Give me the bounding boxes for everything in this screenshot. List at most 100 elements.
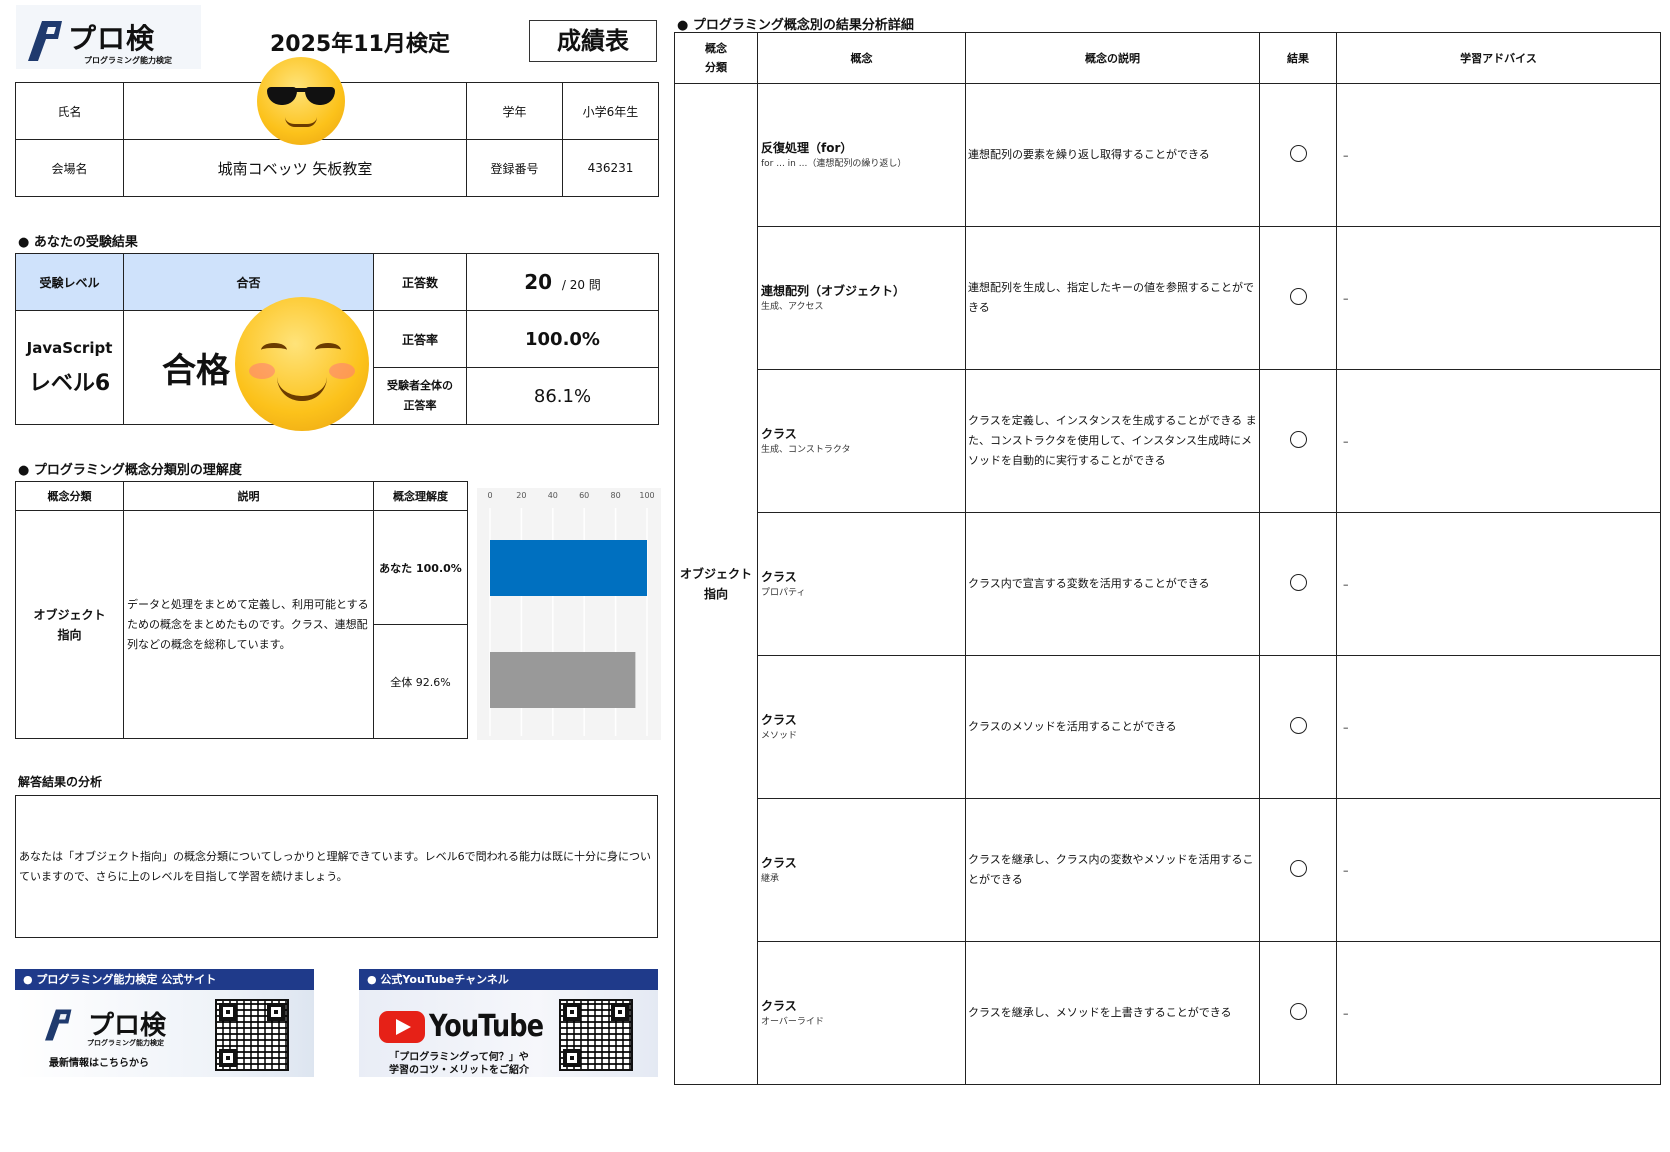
level-language: JavaScript	[26, 338, 113, 357]
yt-qr-code-icon	[559, 999, 633, 1071]
advice-cell: –	[1336, 941, 1661, 1085]
correct-circle-icon	[1289, 288, 1307, 305]
logo-subtext: プログラミング能力検定	[84, 56, 172, 65]
chart-tick-label: 20	[516, 491, 526, 500]
rate-value: 100.0%	[466, 310, 659, 368]
detail-category-cell: オブジェクト 指向	[674, 83, 758, 1085]
logo-mark-icon	[28, 21, 62, 61]
concept-description: クラスを定義し、インスタンスを生成することができる また、コンストラクタを使用し…	[965, 369, 1260, 513]
detail-col-result: 結果	[1259, 32, 1337, 84]
site-logo-mark-icon	[45, 1009, 72, 1041]
chart-tick-label: 80	[611, 491, 621, 500]
site-banner-title: ● プログラミング能力検定 公式サイト	[15, 969, 314, 990]
site-logo-subtext: プログラミング能力検定	[87, 1039, 164, 1047]
detail-row: クラス プロパティ クラス内で宣言する変数を活用することができる –	[675, 512, 1661, 656]
smiling-emoji-icon	[235, 297, 369, 431]
level-cell: JavaScript レベル6	[15, 310, 124, 425]
advice-cell: –	[1336, 83, 1661, 227]
chart-bar-all	[490, 652, 636, 708]
concept-cell: クラス プロパティ	[757, 512, 966, 656]
concept-description: 連想配列を生成し、指定したキーの値を参照することができる	[965, 226, 1260, 370]
site-logo-text: プロ検	[88, 1011, 167, 1041]
official-site-banner[interactable]: ● プログラミング能力検定 公式サイト プロ検 プログラミング能力検定 最新情報…	[15, 969, 314, 1077]
rate-label: 正答率	[373, 310, 467, 368]
correct-cell: 20 / 20 問	[466, 253, 659, 311]
concept-cell: クラス 継承	[757, 798, 966, 942]
detail-section-title: ● プログラミング概念別の結果分析詳細	[677, 18, 914, 33]
overall-value: 86.1%	[466, 367, 659, 425]
concept-sub: 継承	[761, 874, 780, 884]
result-cell	[1259, 83, 1337, 227]
level-number: レベル6	[28, 370, 111, 396]
result-cell	[1259, 226, 1337, 370]
concept-name: 連想配列（オブジェクト）	[761, 284, 906, 298]
yt-caption-line2: 学習のコツ・メリットをご紹介	[389, 1065, 529, 1076]
site-qr-code-icon	[215, 999, 289, 1071]
concept-name: クラス	[761, 999, 797, 1013]
understanding-table: 概念分類 説明 概念理解度 オブジェクト 指向 データと処理をまとめて定義し、利…	[15, 481, 468, 739]
advice-cell: –	[1336, 226, 1661, 370]
chart-tick-label: 0	[487, 491, 492, 500]
correct-circle-icon	[1289, 145, 1307, 162]
detail-col-category-line2: 分類	[705, 61, 727, 74]
name-label: 氏名	[15, 82, 124, 140]
col-desc-header: 説明	[123, 481, 374, 511]
detail-row: クラス メソッド クラスのメソッドを活用することができる –	[675, 655, 1661, 799]
concept-sub: オーバーライド	[761, 1017, 824, 1027]
venue-value: 城南コベッツ 矢板教室	[123, 139, 467, 197]
pass-value: 合格	[162, 351, 230, 391]
exam-title: 2025年11月検定	[270, 32, 450, 57]
correct-total: / 20 問	[561, 278, 601, 292]
concept-cell: クラス 生成、コンストラクタ	[757, 369, 966, 513]
detail-col-desc: 概念の説明	[965, 32, 1260, 84]
advice-cell: –	[1336, 369, 1661, 513]
detail-row: オブジェクト 指向 反復処理（for） for ... in ...（連想配列の繰り返…	[674, 83, 1661, 1085]
category-line1: オブジェクト	[33, 607, 106, 622]
correct-value: 20	[524, 270, 553, 294]
concept-sub: プロパティ	[761, 588, 806, 598]
correct-circle-icon	[1289, 717, 1307, 734]
all-score-label: 全体 92.6%	[373, 624, 468, 739]
analysis-title: 解答結果の分析	[18, 775, 103, 789]
detail-row: クラス オーバーライド クラスを継承し、メソッドを上書きすることができる –	[675, 941, 1661, 1085]
result-cell	[1259, 941, 1337, 1085]
overall-label-line1: 受験者全体の	[387, 379, 453, 392]
correct-circle-icon	[1289, 574, 1307, 591]
concept-description: クラスを継承し、クラス内の変数やメソッドを活用することができる	[965, 798, 1260, 942]
detail-row: クラス 継承 クラスを継承し、クラス内の変数やメソッドを活用することができる –	[675, 798, 1661, 942]
reg-label: 登録番号	[466, 139, 563, 197]
result-cell	[1259, 369, 1337, 513]
report-title: 成績表	[529, 20, 657, 62]
concept-description: クラス内で宣言する変数を活用することができる	[965, 512, 1260, 656]
concept-cell: クラス メソッド	[757, 655, 966, 799]
youtube-channel-banner[interactable]: ● 公式YouTubeチャンネル YouTube 「プログラミングって何？」や …	[359, 969, 658, 1077]
result-section-title: ● あなたの受験結果	[18, 235, 138, 250]
brand-logo: プロ検 プログラミング能力検定	[16, 5, 201, 69]
yt-banner-title: ● 公式YouTubeチャンネル	[359, 969, 658, 990]
detail-category-line1: オブジェクト	[679, 567, 752, 581]
detail-category-line2: 指向	[703, 587, 728, 601]
concept-name: クラス	[761, 570, 797, 584]
result-cell	[1259, 798, 1337, 942]
category-description: データと処理をまとめて定義し、利用可能とするための概念をまとめたものです。クラス…	[123, 510, 374, 739]
col-category-header: 概念分類	[15, 481, 124, 511]
level-header: 受験レベル	[15, 253, 124, 311]
advice-cell: –	[1336, 655, 1661, 799]
correct-circle-icon	[1289, 431, 1307, 448]
concept-name: クラス	[761, 856, 797, 870]
detail-table: 概念 分類 概念 概念の説明 結果 学習アドバイス オブジェクト 指向 反復処理（f…	[674, 32, 1661, 1085]
overall-label: 受験者全体の 正答率	[373, 367, 467, 425]
concept-sub: 生成、コンストラクタ	[761, 445, 851, 455]
concept-name: 反復処理（for）	[761, 141, 853, 155]
concept-sub: 生成、アクセス	[761, 302, 824, 312]
result-cell	[1259, 512, 1337, 656]
grade-value: 小学6年生	[562, 82, 659, 140]
detail-col-concept: 概念	[757, 32, 966, 84]
category-cell: オブジェクト 指向	[15, 510, 124, 739]
site-caption: 最新情報はこちらから	[49, 1058, 149, 1069]
grade-label: 学年	[466, 82, 563, 140]
concept-description: クラスのメソッドを活用することができる	[965, 655, 1260, 799]
analysis-box: あなたは「オブジェクト指向」の概念分類についてしっかりと理解できています。レベル…	[15, 795, 658, 938]
pass-header: 合否	[123, 253, 374, 311]
correct-label: 正答数	[373, 253, 467, 311]
